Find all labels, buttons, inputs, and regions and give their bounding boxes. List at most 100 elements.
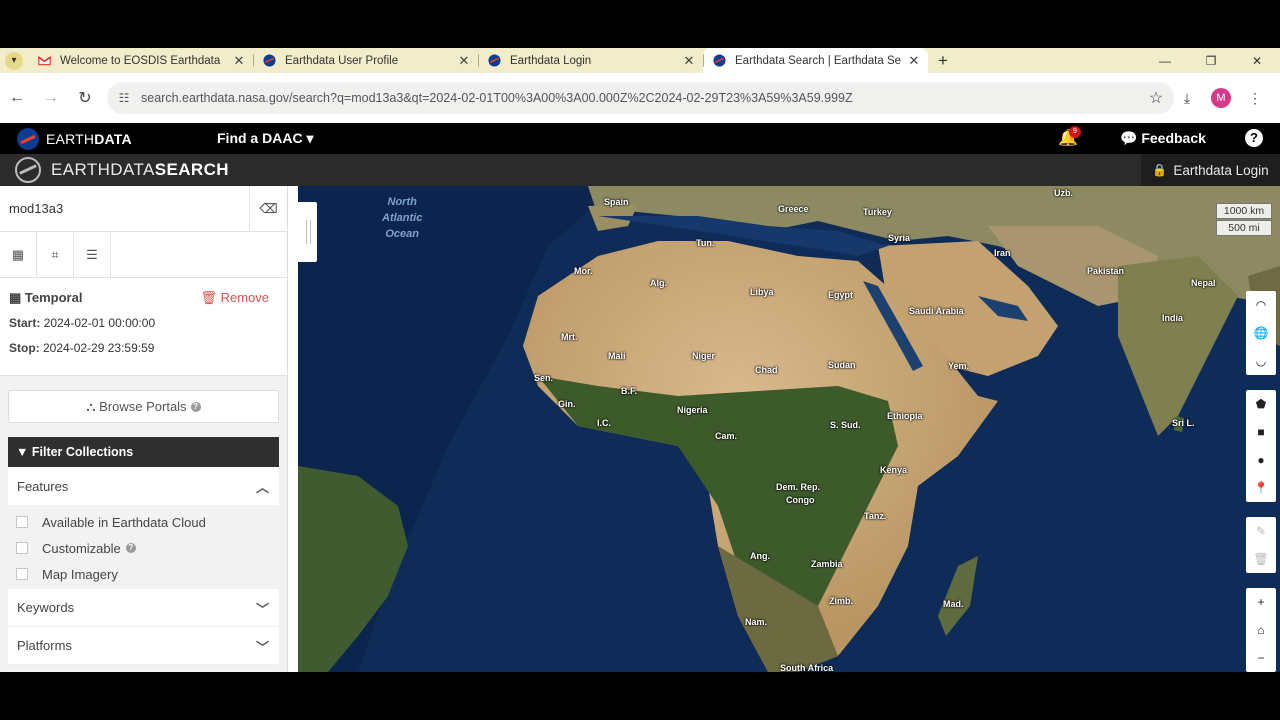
edit-controls: ✎ 🗑 bbox=[1246, 517, 1276, 573]
map-label: Tanz. bbox=[864, 511, 887, 521]
map-label: B.F. bbox=[621, 386, 638, 396]
nasa-favicon bbox=[713, 54, 726, 67]
filter-collections-panel: ▼ Filter Collections Features ︿ Availabl… bbox=[0, 423, 287, 672]
zoom-in-icon[interactable]: + bbox=[1246, 588, 1276, 616]
rectangle-icon[interactable]: ■ bbox=[1246, 418, 1276, 446]
map-label: Syria bbox=[888, 233, 911, 243]
search-sidebar: mod13a3 ⌫ ▦ ⌗ ☰ ▦ Temporal 🗑 Remove Star… bbox=[0, 186, 288, 672]
nasa-logo-icon[interactable] bbox=[17, 127, 39, 150]
map-label: Mali bbox=[608, 351, 626, 361]
calendar-icon: ▦ bbox=[9, 290, 25, 305]
earthdata-brand[interactable]: EARTHDATA bbox=[46, 131, 132, 147]
kebab-menu-icon[interactable]: ⋮ bbox=[1238, 90, 1272, 107]
help-icon[interactable]: ? bbox=[190, 401, 201, 412]
checkbox-map-imagery[interactable]: Map Imagery bbox=[8, 561, 279, 587]
map-view[interactable]: North Atlantic Ocean Spain Greece Turkey… bbox=[298, 186, 1280, 672]
portals-wrap: ⛬ Browse Portals ? bbox=[0, 390, 287, 423]
remove-temporal-button[interactable]: 🗑 Remove bbox=[200, 290, 269, 306]
filter-collections-header: ▼ Filter Collections bbox=[8, 437, 279, 467]
close-icon[interactable]: ✕ bbox=[229, 53, 249, 69]
temporal-filter: ▦ Temporal 🗑 Remove Start: 2024-02-01 00… bbox=[0, 278, 287, 376]
map-label: Egypt bbox=[828, 290, 854, 300]
map-label: Mad. bbox=[943, 599, 964, 609]
map-label: Zambia bbox=[811, 559, 843, 569]
new-tab-button[interactable]: + bbox=[928, 48, 958, 73]
checkbox[interactable] bbox=[16, 568, 28, 580]
calendar-icon[interactable]: ▦ bbox=[0, 232, 37, 278]
map-label: Cam. bbox=[715, 431, 738, 441]
search-input[interactable]: mod13a3 bbox=[0, 201, 249, 216]
restore-icon[interactable]: ❐ bbox=[1188, 48, 1234, 73]
close-icon[interactable]: ✕ bbox=[679, 53, 699, 69]
map-label: Uzb. bbox=[1054, 188, 1073, 198]
tab-search-button[interactable]: ▾ bbox=[0, 48, 28, 73]
url-field[interactable]: ☷ search.earthdata.nasa.gov/search?q=mod… bbox=[107, 82, 1174, 114]
browse-portals-button[interactable]: ⛬ Browse Portals ? bbox=[8, 390, 279, 423]
globe-icon[interactable]: 🌐 bbox=[1246, 319, 1276, 347]
close-window-icon[interactable]: ✕ bbox=[1234, 48, 1280, 73]
scale-km: 1000 km bbox=[1216, 203, 1272, 219]
forward-icon[interactable]: → bbox=[34, 81, 68, 115]
crop-icon[interactable]: ⌗ bbox=[37, 232, 74, 278]
help-icon[interactable]: ? bbox=[1245, 129, 1263, 147]
map-label: Sudan bbox=[828, 360, 856, 370]
collapse-panel-handle[interactable] bbox=[298, 202, 317, 262]
feedback-button[interactable]: 💬 Feedback bbox=[1120, 130, 1206, 147]
trash-icon[interactable]: 🗑 bbox=[1246, 545, 1276, 573]
map-label: Tun. bbox=[696, 238, 715, 248]
find-daac-dropdown[interactable]: Find a DAAC ▾ bbox=[217, 130, 313, 147]
map-label: Greece bbox=[778, 204, 809, 214]
map-label: Chad bbox=[755, 365, 778, 375]
features-options: Available in Earthdata Cloud Customizabl… bbox=[8, 505, 279, 589]
address-bar-row: ← → ↻ ☷ search.earthdata.nasa.gov/search… bbox=[0, 73, 1280, 123]
nasa-meatball-icon[interactable] bbox=[15, 157, 41, 183]
map-label: Libya bbox=[750, 287, 774, 297]
close-icon[interactable]: ✕ bbox=[454, 53, 474, 69]
circle-icon[interactable]: ● bbox=[1246, 446, 1276, 474]
eraser-icon[interactable]: ⌫ bbox=[249, 186, 287, 232]
map-label: Ang. bbox=[750, 551, 770, 561]
browser-tab[interactable]: Earthdata Login ✕ bbox=[478, 48, 703, 73]
map-label: Zimb. bbox=[829, 596, 853, 606]
earthdata-login-button[interactable]: 🔒 Earthdata Login bbox=[1141, 154, 1280, 186]
site-settings-icon[interactable]: ☷ bbox=[107, 91, 141, 105]
antarctic-projection-icon[interactable]: ◡ bbox=[1246, 347, 1276, 375]
help-icon[interactable]: ? bbox=[125, 543, 136, 553]
polygon-icon[interactable]: ⬟ bbox=[1246, 390, 1276, 418]
arctic-projection-icon[interactable]: ◠ bbox=[1246, 291, 1276, 319]
checkbox-customizable[interactable]: Customizable? bbox=[8, 535, 279, 561]
tab-title: Earthdata Search | Earthdata Se bbox=[735, 54, 902, 67]
bookmark-star-icon[interactable]: ☆ bbox=[1138, 88, 1174, 108]
map-label: Gin. bbox=[558, 399, 576, 409]
download-icon[interactable]: ⤓ bbox=[1170, 90, 1204, 107]
close-icon[interactable]: ✕ bbox=[904, 53, 924, 69]
minimize-icon[interactable]: — bbox=[1142, 48, 1188, 73]
browser-tab[interactable]: Earthdata User Profile ✕ bbox=[253, 48, 478, 73]
home-icon[interactable]: ⌂ bbox=[1246, 616, 1276, 644]
map-label: Sen. bbox=[534, 373, 554, 383]
draw-controls: ⬟ ■ ● 📍 bbox=[1246, 390, 1276, 502]
checkbox[interactable] bbox=[16, 516, 28, 528]
app-title[interactable]: EARTHDATASEARCH bbox=[51, 160, 229, 180]
url-text: search.earthdata.nasa.gov/search?q=mod13… bbox=[141, 91, 853, 105]
reload-icon[interactable]: ↻ bbox=[68, 81, 102, 115]
back-icon[interactable]: ← bbox=[0, 81, 34, 115]
lock-icon: 🔒 bbox=[1152, 163, 1168, 177]
features-accordion[interactable]: Features ︿ bbox=[8, 467, 279, 505]
map-label: Alg. bbox=[650, 278, 667, 288]
checkbox-earthdata-cloud[interactable]: Available in Earthdata Cloud bbox=[8, 509, 279, 535]
checkbox[interactable] bbox=[16, 542, 28, 554]
profile-avatar[interactable]: M bbox=[1211, 88, 1231, 108]
browser-tab[interactable]: Welcome to EOSDIS Earthdata ✕ bbox=[28, 48, 253, 73]
window-controls: — ❐ ✕ bbox=[1142, 48, 1280, 73]
scale-mi: 500 mi bbox=[1216, 220, 1272, 236]
browser-tab-active[interactable]: Earthdata Search | Earthdata Se ✕ bbox=[703, 48, 928, 73]
sliders-icon[interactable]: ☰ bbox=[74, 232, 111, 278]
point-marker-icon[interactable]: 📍 bbox=[1246, 474, 1276, 502]
keywords-accordion[interactable]: Keywords ﹀ bbox=[8, 589, 279, 627]
edit-icon[interactable]: ✎ bbox=[1246, 517, 1276, 545]
chevron-down-icon: ﹀ bbox=[255, 602, 269, 617]
zoom-out-icon[interactable]: − bbox=[1246, 644, 1276, 672]
platforms-accordion[interactable]: Platforms ﹀ bbox=[8, 627, 279, 665]
toolbar-right: ⤓ M ⋮ bbox=[1170, 82, 1272, 114]
